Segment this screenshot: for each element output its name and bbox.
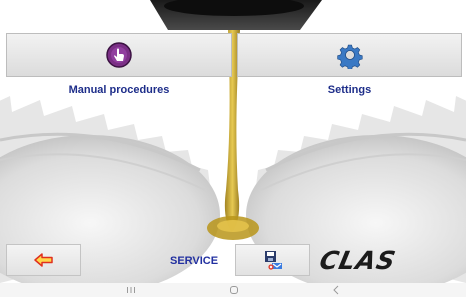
home-button[interactable] (219, 283, 249, 297)
save-disk-icon (264, 251, 282, 270)
clas-logo-text: CLAS (317, 245, 399, 275)
recent-apps-icon (127, 287, 135, 293)
manual-procedures-label: Manual procedures (68, 84, 170, 96)
chevron-left-icon (333, 285, 339, 295)
service-label: SERVICE (170, 255, 219, 267)
back-button[interactable] (6, 244, 81, 276)
clas-logo: CLAS (312, 245, 404, 275)
home-icon (230, 286, 238, 294)
system-navigation-bar (0, 283, 466, 297)
settings-button[interactable] (237, 33, 462, 77)
hand-touch-icon (106, 42, 132, 68)
system-back-button[interactable] (321, 283, 351, 297)
recent-apps-button[interactable] (116, 283, 146, 297)
app-screen: Manual procedures Settings SERVICE CLAS (0, 0, 466, 297)
save-button[interactable] (235, 244, 310, 276)
arrow-left-icon (33, 253, 53, 267)
manual-procedures-button[interactable] (6, 33, 232, 77)
settings-label: Settings (327, 84, 372, 96)
gear-icon (336, 44, 363, 69)
